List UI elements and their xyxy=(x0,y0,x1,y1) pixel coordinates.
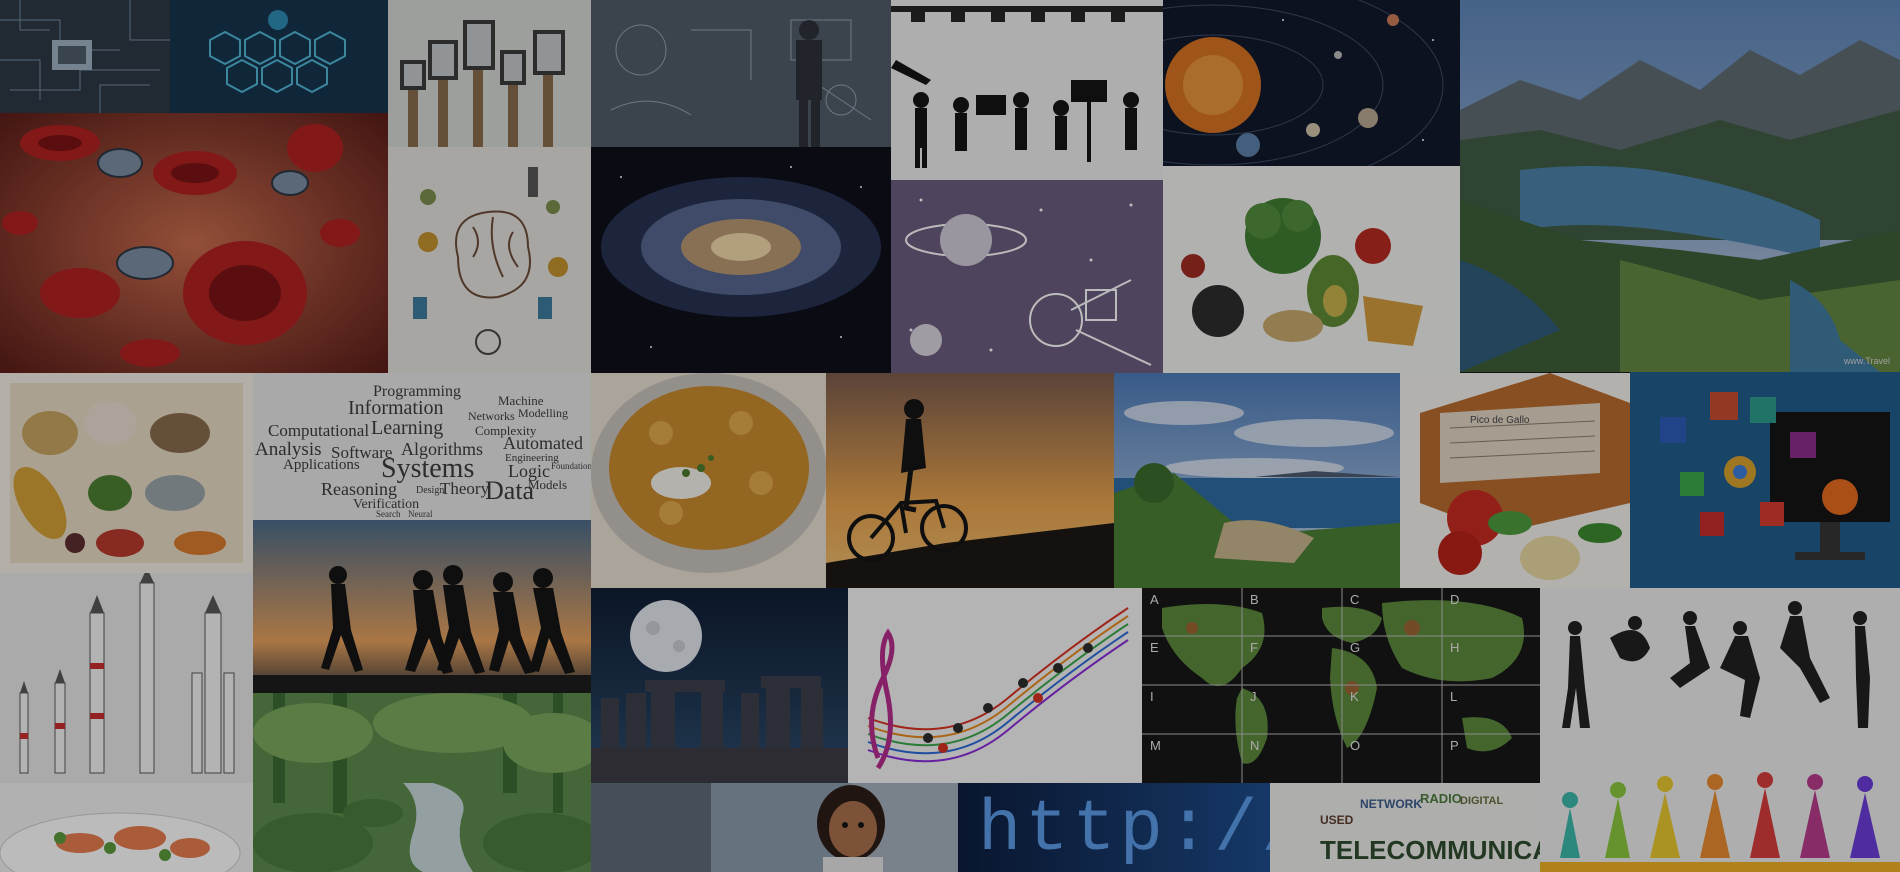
word-data: Data xyxy=(485,476,535,505)
word-learning: Learning xyxy=(371,417,444,439)
curry-pot-image xyxy=(591,373,826,588)
map-grid-i: I xyxy=(1150,689,1154,704)
colorful-evolution-silhouettes-image xyxy=(1540,748,1900,872)
brain-science-icons-image xyxy=(388,147,591,373)
map-grid-n: N xyxy=(1250,738,1260,753)
solar-system-image xyxy=(1163,0,1460,166)
spiral-galaxy-image xyxy=(591,147,891,373)
map-grid-l: L xyxy=(1450,689,1458,704)
moon-stonehenge-image xyxy=(591,588,848,783)
word-modelling: Modelling xyxy=(518,406,568,420)
rockets-diagram-image xyxy=(0,573,253,783)
yoga-silhouettes-image xyxy=(1540,588,1900,748)
runners-silhouette-image xyxy=(253,520,591,693)
map-grid-c: C xyxy=(1350,592,1360,607)
blood-cells-nanobot-image xyxy=(0,113,388,373)
map-grid-m: M xyxy=(1150,738,1161,753)
recipe-file-box-image: Pico de Gallo xyxy=(1400,373,1630,588)
word-foundations: Foundations xyxy=(551,461,591,471)
mountain-lake-landscape-image: www.Travel xyxy=(1460,0,1900,372)
telecom-word-network: NETWORK xyxy=(1360,797,1422,811)
coastal-bay-image xyxy=(1114,373,1400,588)
word-software: Software xyxy=(331,443,393,462)
map-grid-b: B xyxy=(1250,592,1259,607)
telecom-word-digital: DIGITAL xyxy=(1460,795,1504,807)
word-networks: Networks xyxy=(468,409,515,423)
telecommunication-word-cloud: RADIO DIGITAL NETWORK USED TELECOMMUNICA… xyxy=(1270,783,1540,872)
landscape-credit: www.Travel xyxy=(1843,356,1890,366)
cyclist-sunset-image xyxy=(826,373,1114,588)
telecom-word-radio: RADIO xyxy=(1420,791,1462,806)
map-grid-o: O xyxy=(1350,738,1361,753)
vegetables-basket-image xyxy=(0,373,253,573)
map-grid-h: H xyxy=(1450,640,1460,655)
healthy-food-image xyxy=(1163,166,1460,373)
word-theory: Theory xyxy=(440,479,490,498)
music-notes-image xyxy=(848,588,1142,783)
software-icons-monitor-image xyxy=(1630,372,1900,588)
saturn-space-probe-image xyxy=(891,180,1163,373)
url-banner-text: http://ww xyxy=(978,789,1270,871)
word-computational: Computational xyxy=(268,421,370,440)
http-url-banner-image: http://ww xyxy=(958,783,1270,872)
chalkboard-man-image xyxy=(591,0,891,147)
salmon-dish-image xyxy=(0,783,253,872)
computer-science-word-cloud: Programming Information Machine Modellin… xyxy=(253,373,591,520)
file-card-label: Pico de Gallo xyxy=(1470,415,1530,426)
map-grid-g: G xyxy=(1350,640,1361,655)
film-crew-silhouette-image xyxy=(891,0,1163,180)
telecom-main-word: TELECOMMUNICATION xyxy=(1320,835,1540,865)
map-grid-a: A xyxy=(1150,592,1159,607)
forest-stream-image xyxy=(253,693,591,872)
map-grid-d: D xyxy=(1450,592,1460,607)
world-map-grid-image: A B C D E F G H I J K L M N O P xyxy=(1142,588,1540,783)
image-collage: www.Travel Programming Information Machi… xyxy=(0,0,1900,872)
circuit-board-image xyxy=(0,0,170,113)
map-grid-p: P xyxy=(1450,738,1459,753)
telecom-word-used: USED xyxy=(1320,813,1354,827)
hexagon-tech-image xyxy=(170,0,388,113)
hands-devices-image xyxy=(388,0,591,147)
map-grid-f: F xyxy=(1250,640,1258,655)
word-neural: Neural xyxy=(408,509,433,519)
word-automated: Automated xyxy=(503,433,583,453)
map-grid-j: J xyxy=(1250,689,1257,704)
word-search: Search xyxy=(376,509,401,519)
map-grid-k: K xyxy=(1350,689,1359,704)
schoolgirl-image xyxy=(591,783,958,872)
map-grid-e: E xyxy=(1150,640,1159,655)
